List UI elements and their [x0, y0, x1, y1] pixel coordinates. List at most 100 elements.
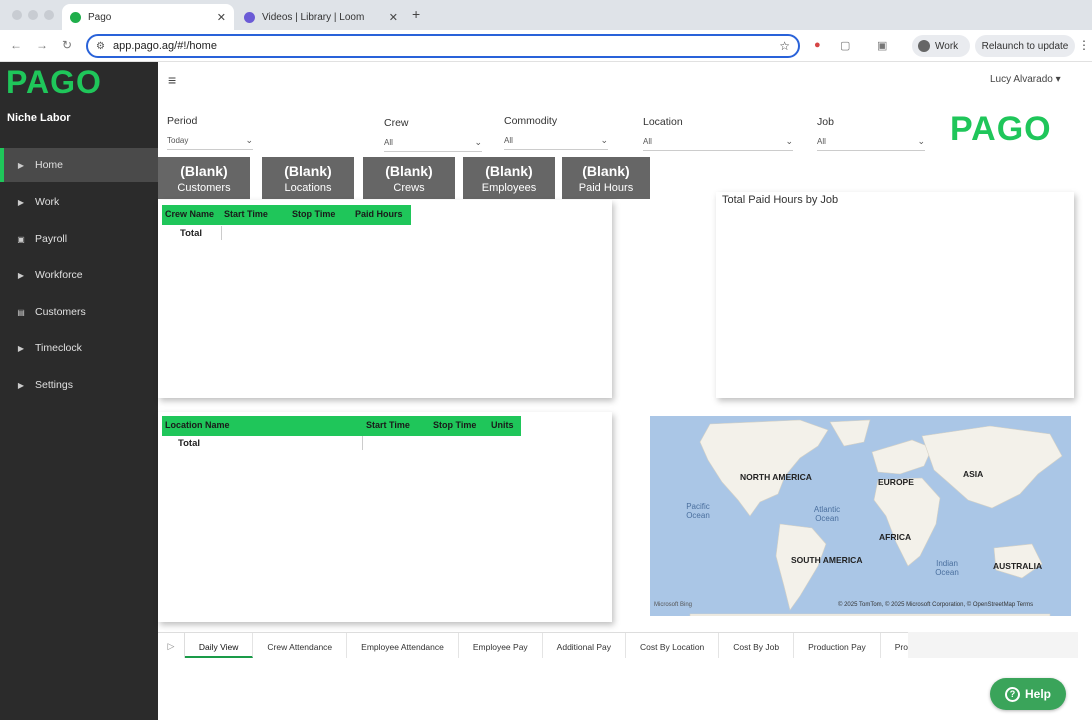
org-name: Niche Labor — [7, 112, 71, 124]
extension-icon[interactable]: ● — [814, 39, 821, 51]
sidebar: PAGO Niche Labor ▶ Home ▶ Work ▣ Payroll… — [0, 62, 158, 720]
column-header[interactable]: Units — [488, 416, 521, 436]
chevron-down-icon: ⌄ — [474, 137, 482, 147]
profile-label: Work — [935, 40, 959, 52]
sidebar-item-payroll[interactable]: ▣ Payroll — [0, 222, 158, 256]
hamburger-menu-icon[interactable]: ≡ — [168, 72, 176, 88]
crew-table-panel — [158, 200, 612, 398]
column-header[interactable]: Location Name — [162, 416, 363, 436]
map-label-australia: AUSTRALIA — [993, 561, 1043, 571]
site-settings-icon[interactable]: ⚙ — [96, 41, 105, 52]
filter-label: Crew — [384, 117, 409, 129]
column-header[interactable]: Stop Time — [289, 205, 352, 225]
side-panel-icon[interactable]: ▣ — [877, 39, 887, 52]
map-label-europe: EUROPE — [878, 477, 914, 487]
crew-table-header: Crew Name Start Time Stop Time Paid Hour… — [162, 205, 411, 225]
map-attribution[interactable]: © 2025 TomTom, © 2025 Microsoft Corporat… — [838, 602, 1033, 608]
kpi-label: Customers — [177, 182, 231, 194]
sidebar-item-settings[interactable]: ▶ Settings — [0, 368, 158, 402]
job-filter: Job All ⌄ — [817, 116, 925, 151]
chevron-right-icon: ▶ — [17, 380, 25, 390]
sidebar-item-timeclock[interactable]: ▶ Timeclock — [0, 331, 158, 365]
pago-logo[interactable]: PAGO — [6, 64, 102, 101]
reload-icon[interactable]: ↻ — [62, 38, 72, 52]
avatar — [918, 40, 930, 52]
sidebar-item-label: Home — [35, 159, 64, 171]
world-map[interactable]: NORTH AMERICA EUROPE ASIA AFRICA SOUTH A… — [650, 416, 1071, 616]
window-controls[interactable] — [12, 10, 54, 20]
relaunch-button[interactable]: Relaunch to update — [975, 35, 1075, 57]
sidebar-item-label: Work — [35, 196, 60, 208]
commodity-filter: Commodity All ⌄ — [504, 115, 608, 150]
kpi-value: (Blank) — [485, 163, 533, 179]
column-header[interactable]: Paid Hours — [352, 205, 411, 225]
period-value: Today — [167, 136, 189, 145]
report-logo: PAGO — [950, 110, 1052, 148]
column-header[interactable]: Start Time — [363, 416, 430, 436]
kpi-value: (Blank) — [582, 163, 630, 179]
extensions-puzzle-icon[interactable]: ▢ — [840, 39, 850, 52]
map-label-indian-ocean: Indian Ocean — [935, 559, 959, 577]
tab-production-pay[interactable]: Production Pay — [794, 633, 881, 658]
tab-scroll-icon[interactable]: ▷ — [158, 633, 185, 658]
tab-daily-view[interactable]: Daily View — [184, 633, 254, 658]
close-tab-icon[interactable]: ✕ — [217, 11, 226, 24]
user-menu[interactable]: Lucy Alvarado ▾ — [990, 74, 1061, 85]
pago-favicon-icon — [70, 11, 81, 23]
map-label-asia: ASIA — [963, 469, 984, 479]
kpi-label: Locations — [284, 182, 332, 194]
address-bar: ← → ↻ ⚙ app.pago.ag/#!/home ☆ ● ▢ ▣ Work… — [0, 30, 1092, 62]
url-input[interactable]: ⚙ app.pago.ag/#!/home ☆ — [86, 34, 800, 58]
column-divider — [362, 436, 363, 450]
column-header[interactable]: Crew Name — [162, 205, 221, 225]
sidebar-item-home[interactable]: ▶ Home — [0, 148, 158, 182]
kpi-employees-card: (Blank) Employees — [463, 157, 555, 199]
forward-icon[interactable]: → — [36, 38, 48, 52]
filter-label: Commodity — [504, 115, 558, 127]
kpi-crews-card: (Blank) Crews — [363, 157, 455, 199]
new-tab-icon[interactable]: + — [412, 6, 420, 22]
tab-title: Videos | Library | Loom — [262, 11, 365, 23]
sidebar-item-customers[interactable]: ▤ Customers — [0, 295, 158, 329]
sidebar-item-workforce[interactable]: ▶ Workforce — [0, 258, 158, 292]
sidebar-item-label: Payroll — [35, 233, 68, 245]
tab-crew-attendance[interactable]: Crew Attendance — [253, 633, 348, 658]
browser-menu-icon[interactable]: ⋮ — [1078, 38, 1090, 52]
map-label-africa: AFRICA — [879, 532, 912, 542]
job-select[interactable]: All ⌄ — [817, 136, 925, 151]
column-header[interactable]: Stop Time — [430, 416, 488, 436]
close-tab-icon[interactable]: ✕ — [389, 11, 398, 24]
sidebar-item-label: Timeclock — [35, 342, 82, 354]
help-button[interactable]: ? Help — [990, 678, 1066, 710]
map-label-south-america: SOUTH AMERICA — [791, 555, 863, 565]
chevron-down-icon: ⌄ — [917, 136, 925, 146]
period-select[interactable]: Today ⌄ — [167, 135, 253, 150]
tab-additional-pay[interactable]: Additional Pay — [543, 633, 627, 658]
tabs-filler — [908, 632, 1078, 658]
location-select[interactable]: All ⌄ — [643, 136, 793, 151]
bookmark-star-icon[interactable]: ☆ — [779, 39, 790, 53]
tab-cost-by-job[interactable]: Cost By Job — [719, 633, 795, 658]
crew-select[interactable]: All ⌄ — [384, 137, 482, 152]
url-text: app.pago.ag/#!/home — [112, 40, 217, 52]
browser-tab-bar: Pago ✕ Videos | Library | Loom ✕ + — [0, 0, 1092, 30]
kpi-customers-card: (Blank) Customers — [158, 157, 250, 199]
column-divider — [221, 226, 222, 240]
column-header[interactable]: Start Time — [221, 205, 289, 225]
back-icon[interactable]: ← — [10, 38, 22, 52]
table-total-label: Total — [178, 438, 200, 449]
browser-tab-pago[interactable]: Pago ✕ — [62, 4, 234, 30]
tab-truncated[interactable]: Pro — [881, 633, 908, 658]
filter-label: Job — [817, 116, 834, 128]
profile-button[interactable]: Work — [912, 35, 970, 57]
kpi-label: Paid Hours — [578, 182, 634, 194]
tab-employee-pay[interactable]: Employee Pay — [459, 633, 543, 658]
job-value: All — [817, 137, 826, 146]
tab-employee-attendance[interactable]: Employee Attendance — [347, 633, 459, 658]
browser-tab-loom[interactable]: Videos | Library | Loom ✕ — [236, 4, 406, 30]
kpi-label: Crews — [393, 182, 425, 194]
tab-cost-by-location[interactable]: Cost By Location — [626, 633, 720, 658]
filter-label: Period — [167, 115, 198, 127]
commodity-select[interactable]: All ⌄ — [504, 135, 608, 150]
sidebar-item-work[interactable]: ▶ Work — [0, 185, 158, 219]
